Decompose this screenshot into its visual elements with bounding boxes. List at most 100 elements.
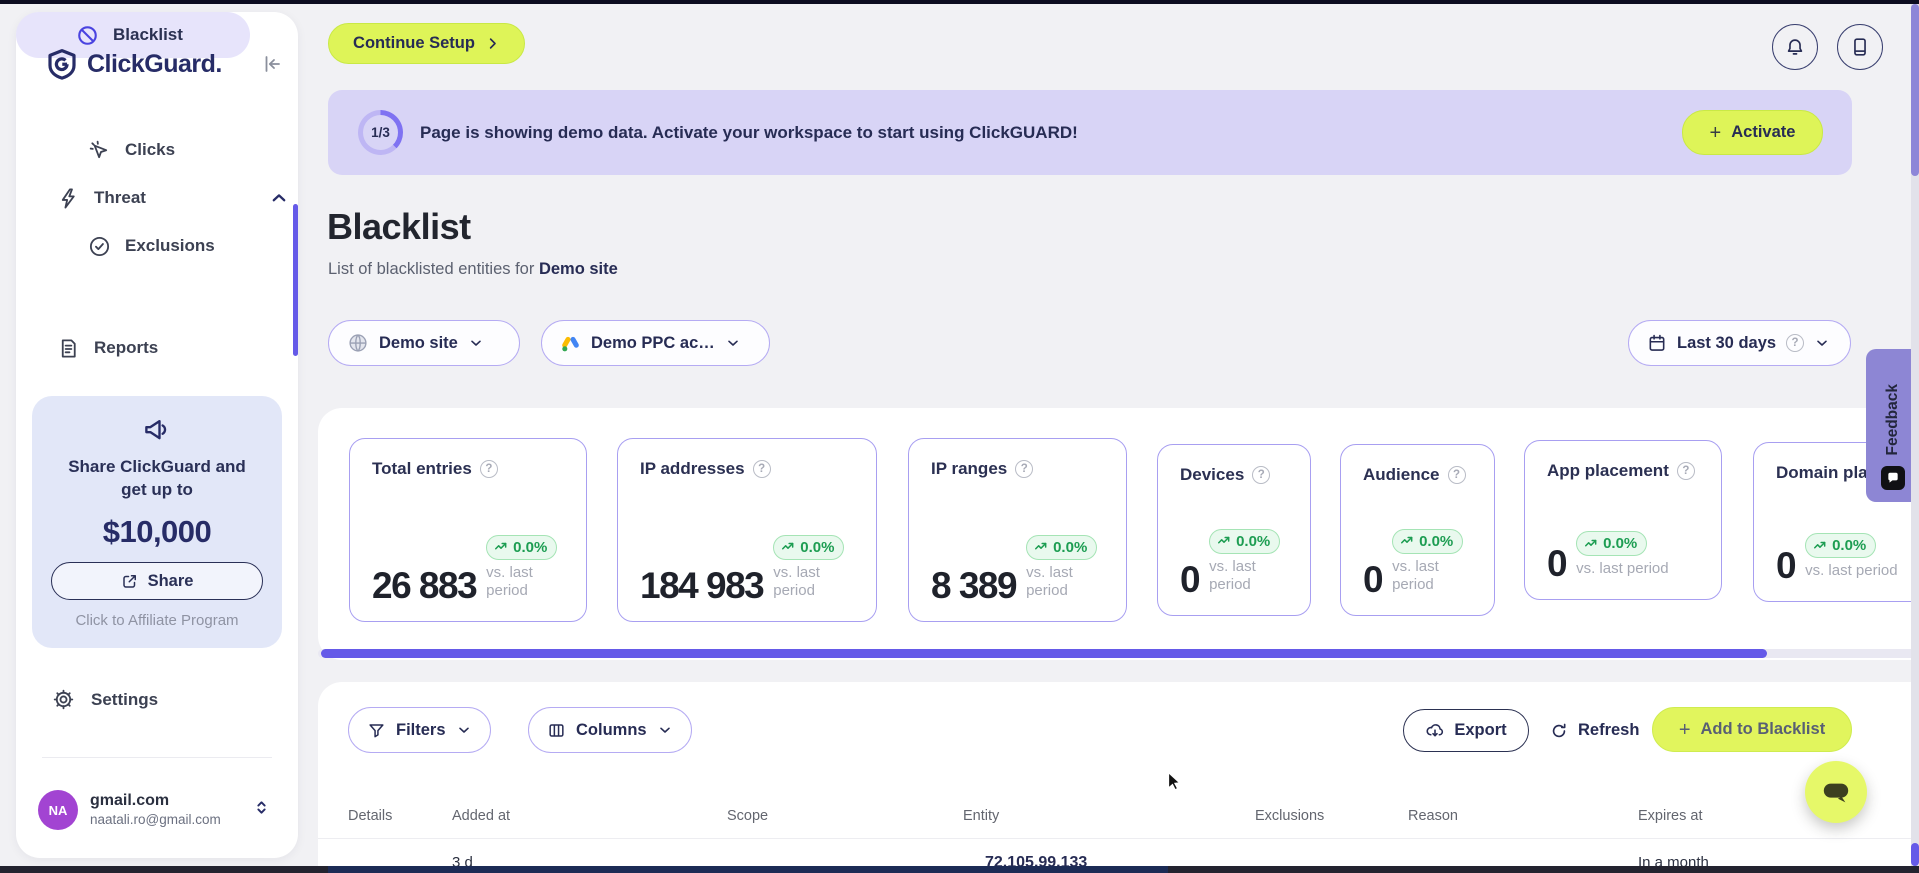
trend-badge: 0.0% [1805,533,1877,559]
sidebar-item-label: Blacklist [113,25,183,44]
account-name: gmail.com [90,792,170,809]
affiliate-card[interactable]: Share ClickGuard and get up to $10,000 S… [32,396,282,648]
stat-card-devices: Devices? 0 0.0% vs. last period [1157,444,1311,616]
ppc-account-value: Demo PPC ac… [591,333,715,352]
clickguard-shield-icon [46,48,78,80]
trend-badge: 0.0% [1392,528,1464,554]
sidebar-item-settings[interactable]: Settings [52,688,158,711]
avatar[interactable]: NA [38,790,78,830]
setup-progress-step: 1/3 [363,115,398,150]
table-scrollbar-thumb[interactable] [1911,843,1919,866]
demo-data-banner: 1/3 Page is showing demo data. Activate … [328,90,1852,175]
share-label: Share [147,571,194,590]
vs-last-period: vs. last period [1209,557,1256,594]
book-icon [1849,36,1871,58]
stat-value: 8 389 [931,564,1018,606]
stat-card-ip-addresses: IP addresses? 184 983 0.0% vs. last peri… [617,438,877,622]
column-header-reason[interactable]: Reason [1408,808,1458,824]
columns-button[interactable]: Columns [528,707,692,753]
trend-value: 0.0% [1832,537,1867,555]
stat-label: Total entries [372,459,472,478]
chevron-up-icon[interactable] [270,189,288,207]
add-to-blacklist-button[interactable]: + Add to Blacklist [1652,707,1852,752]
sidebar-item-threat[interactable]: Threat [57,180,286,216]
trend-up-icon [782,542,794,550]
site-selector[interactable]: Demo site [328,320,520,366]
trend-badge: 0.0% [1576,531,1648,557]
stat-label: App placement [1547,461,1669,480]
column-header-expires-at[interactable]: Expires at [1638,808,1702,824]
sidebar-scrollbar[interactable] [293,204,298,356]
page-scrollbar-thumb[interactable] [1911,4,1919,176]
funnel-icon [367,721,386,740]
external-link-icon [121,572,139,590]
site-selector-value: Demo site [379,333,458,352]
trend-up-icon [1585,539,1597,547]
stat-card-total-entries: Total entries? 26 883 0.0% vs. last peri… [349,438,587,622]
vs-last-period: vs. last period [486,563,533,600]
sidebar: ClickGuard. Clicks Threat Exclusions Bla… [16,12,298,858]
docs-button[interactable] [1837,24,1883,70]
chat-widget-button[interactable] [1805,761,1867,823]
stat-label: Audience [1363,465,1440,484]
help-icon[interactable]: ? [479,460,498,478]
vs-last-period: vs. last period [1805,562,1898,580]
sidebar-collapse-icon[interactable] [260,52,284,76]
banner-message: Page is showing demo data. Activate your… [420,122,1078,142]
activate-button[interactable]: + Activate [1682,110,1823,155]
chevron-right-icon [485,36,500,51]
blacklist-table-panel: Filters Columns Export Refresh + Add to … [318,682,1919,866]
window-bottom-edge-accent [328,866,1168,873]
sidebar-item-reports[interactable]: Reports [57,330,158,366]
trend-value: 0.0% [800,538,835,556]
trend-badge: 0.0% [1026,534,1098,560]
help-icon[interactable]: ? [1252,466,1271,484]
reports-document-icon [57,337,80,360]
vs-last-period: vs. last period [1576,560,1669,578]
setup-progress-ring: 1/3 [358,110,403,155]
sidebar-item-label: Threat [94,188,146,207]
page-subtitle: List of blacklisted entities for Demo si… [328,260,618,279]
share-button[interactable]: Share [51,562,263,600]
calendar-icon [1647,333,1667,353]
sidebar-item-clicks[interactable]: Clicks [88,132,175,168]
stat-value: 26 883 [372,564,478,606]
page-subtitle-text: List of blacklisted entities for [328,260,535,278]
refresh-button[interactable]: Refresh [1549,709,1639,752]
trend-badge: 0.0% [773,534,845,560]
vs-last-period: vs. last period [1026,563,1073,600]
sidebar-item-exclusions[interactable]: Exclusions [88,228,215,264]
column-header-entity[interactable]: Entity [963,808,999,824]
trend-value: 0.0% [1603,535,1638,553]
cards-scrollbar-thumb[interactable] [321,649,1767,658]
account-switcher-icon[interactable] [252,798,271,817]
help-icon[interactable]: ? [1447,466,1466,484]
stat-label: Devices [1180,465,1245,484]
column-header-added-at[interactable]: Added at [452,808,510,824]
export-button[interactable]: Export [1403,709,1529,752]
blacklist-blocked-icon [76,24,99,47]
threat-lightning-icon [57,187,80,210]
stat-label: IP ranges [931,459,1008,478]
speech-bubble-icon [1821,777,1851,807]
add-to-blacklist-label: Add to Blacklist [1700,720,1826,738]
column-header-scope[interactable]: Scope [727,808,768,824]
help-icon[interactable]: ? [752,460,771,478]
feedback-logo-icon [1880,466,1905,490]
bell-icon [1784,36,1806,58]
activate-label: Activate [1731,123,1796,141]
help-icon[interactable]: ? [1676,462,1695,480]
date-range-selector[interactable]: Last 30 days ? [1628,320,1851,366]
ppc-account-selector[interactable]: Demo PPC ac… [541,320,770,366]
clicks-cursor-icon [88,139,111,162]
continue-setup-button[interactable]: Continue Setup [328,23,525,64]
notifications-button[interactable] [1772,24,1818,70]
help-icon[interactable]: ? [1015,460,1034,478]
stat-value: 184 983 [640,564,765,606]
trend-up-icon [1814,541,1826,549]
column-header-exclusions[interactable]: Exclusions [1255,808,1324,824]
filters-button[interactable]: Filters [348,707,491,753]
window-top-edge [0,0,1919,4]
trend-up-icon [1218,536,1230,544]
column-header-details[interactable]: Details [348,808,392,824]
